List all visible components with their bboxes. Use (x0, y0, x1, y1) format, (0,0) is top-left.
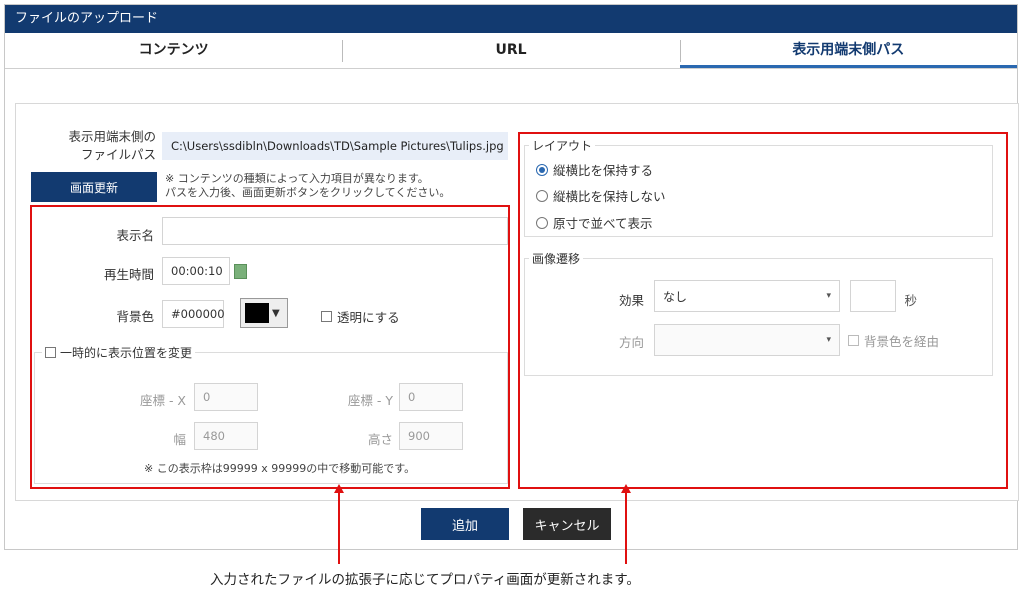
path-label: 表示用端末側の ファイルパス (46, 128, 156, 164)
cancel-button[interactable]: キャンセル (523, 508, 611, 540)
layout-highlight-box (518, 132, 1008, 489)
path-note: ※ コンテンツの種類によって入力項目が異なります。 パスを入力後、画面更新ボタン… (165, 172, 505, 200)
form-panel: 表示用端末側の ファイルパス C:\Users\ssdibln\Download… (15, 103, 1019, 501)
path-label-line1: 表示用端末側の (68, 129, 156, 144)
tab-contents[interactable]: コンテンツ (5, 33, 342, 68)
annotation-arrow-right-line (625, 492, 627, 564)
path-label-line2: ファイルパス (80, 147, 156, 162)
path-note-line2: パスを入力後、画面更新ボタンをクリックしてください。 (165, 186, 451, 199)
upload-dialog: ファイルのアップロード コンテンツ URL 表示用端末側パス 表示用端末側の フ… (4, 4, 1019, 550)
path-input[interactable]: C:\Users\ssdibln\Downloads\TD\Sample Pic… (162, 132, 508, 160)
dialog-title: ファイルのアップロード (5, 5, 1017, 33)
tab-device-path[interactable]: 表示用端末側パス (679, 33, 1017, 68)
tab-bar: コンテンツ URL 表示用端末側パス (5, 33, 1017, 69)
tab-url[interactable]: URL (342, 33, 679, 68)
add-button[interactable]: 追加 (421, 508, 509, 540)
annotation-arrow-left-line (338, 492, 340, 564)
properties-highlight-box (30, 205, 510, 489)
refresh-button[interactable]: 画面更新 (31, 172, 157, 202)
path-note-line1: ※ コンテンツの種類によって入力項目が異なります。 (165, 172, 429, 185)
annotation-caption: 入力されたファイルの拡張子に応じてプロパティ画面が更新されます。 (210, 572, 640, 588)
